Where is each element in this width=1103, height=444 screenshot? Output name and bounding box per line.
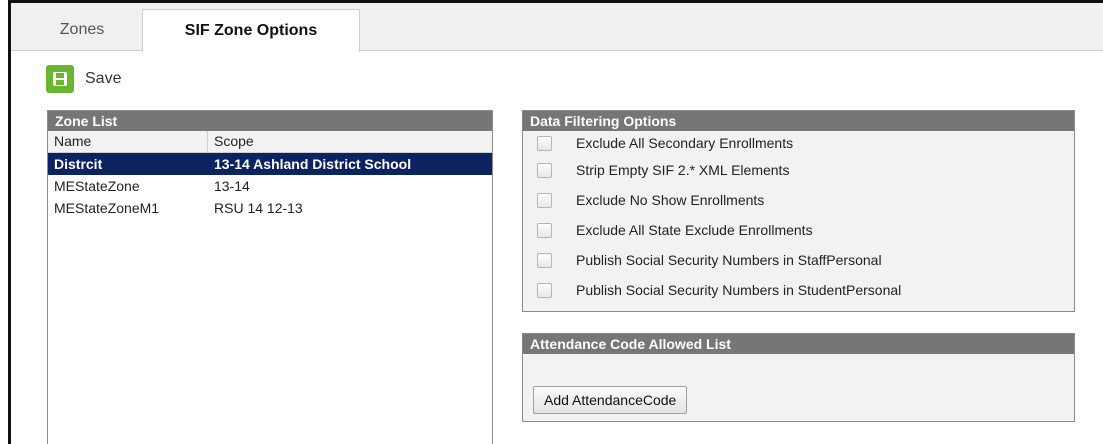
option-strip-empty-xml: Strip Empty SIF 2.* XML Elements: [523, 155, 1074, 185]
zone-scope-cell: 13-14 Ashland District School: [214, 156, 412, 172]
option-publish-ssn-staff: Publish Social Security Numbers in Staff…: [523, 245, 1074, 275]
option-exclude-state-exclude: Exclude All State Exclude Enrollments: [523, 215, 1074, 245]
tab-bar: Zones SIF Zone Options: [11, 3, 1103, 52]
option-exclude-no-show: Exclude No Show Enrollments: [523, 185, 1074, 215]
exclude-no-show-checkbox[interactable]: [537, 192, 552, 208]
floppy-disk-icon: [46, 65, 74, 93]
tab-zones[interactable]: Zones: [34, 9, 130, 52]
option-label: Strip Empty SIF 2.* XML Elements: [576, 162, 790, 178]
option-label: Publish Social Security Numbers in Staff…: [576, 252, 882, 268]
zone-list-title: Zone List: [48, 111, 492, 131]
exclude-state-exclude-checkbox[interactable]: [537, 222, 552, 238]
column-header-scope[interactable]: Scope: [208, 131, 492, 152]
table-row[interactable]: MEStateZoneM1 RSU 14 12-13: [48, 197, 492, 219]
zone-list-column-header: Name Scope: [48, 131, 492, 153]
window-frame-left: [8, 0, 11, 444]
option-label: Publish Social Security Numbers in Stude…: [576, 282, 902, 298]
zone-scope-cell: 13-14: [214, 178, 250, 194]
zone-name-cell: MEStateZoneM1: [54, 200, 160, 216]
column-header-name[interactable]: Name: [48, 131, 208, 152]
attendance-code-title: Attendance Code Allowed List: [523, 334, 1074, 354]
zone-name-cell: MEStateZone: [54, 178, 140, 194]
zone-list-panel: Zone List Name Scope Distrcit 13-14 Ashl…: [47, 110, 493, 444]
table-row[interactable]: MEStateZone 13-14: [48, 175, 492, 197]
strip-empty-xml-checkbox[interactable]: [537, 162, 552, 178]
zone-name-cell: Distrcit: [54, 156, 103, 172]
data-filtering-options-panel: Data Filtering Options Exclude All Secon…: [522, 110, 1075, 312]
zone-scope-cell: RSU 14 12-13: [214, 200, 303, 216]
table-row[interactable]: Distrcit 13-14 Ashland District School: [48, 153, 492, 175]
option-label: Exclude All Secondary Enrollments: [576, 135, 794, 151]
option-label: Exclude All State Exclude Enrollments: [576, 222, 813, 238]
option-publish-ssn-student: Publish Social Security Numbers in Stude…: [523, 275, 1074, 305]
tab-sif-zone-options[interactable]: SIF Zone Options: [142, 9, 360, 52]
save-label: Save: [85, 70, 122, 87]
option-label: Exclude No Show Enrollments: [576, 192, 765, 208]
save-button[interactable]: Save: [46, 64, 121, 94]
exclude-secondary-enrollments-checkbox[interactable]: [537, 135, 552, 151]
attendance-code-allowed-list-panel: Attendance Code Allowed List Add Attenda…: [522, 333, 1075, 422]
option-exclude-secondary-enrollments: Exclude All Secondary Enrollments: [523, 131, 1074, 155]
add-attendance-code-button[interactable]: Add AttendanceCode: [533, 386, 688, 414]
publish-ssn-student-checkbox[interactable]: [537, 282, 552, 298]
publish-ssn-staff-checkbox[interactable]: [537, 252, 552, 268]
data-filtering-title: Data Filtering Options: [523, 111, 1074, 131]
